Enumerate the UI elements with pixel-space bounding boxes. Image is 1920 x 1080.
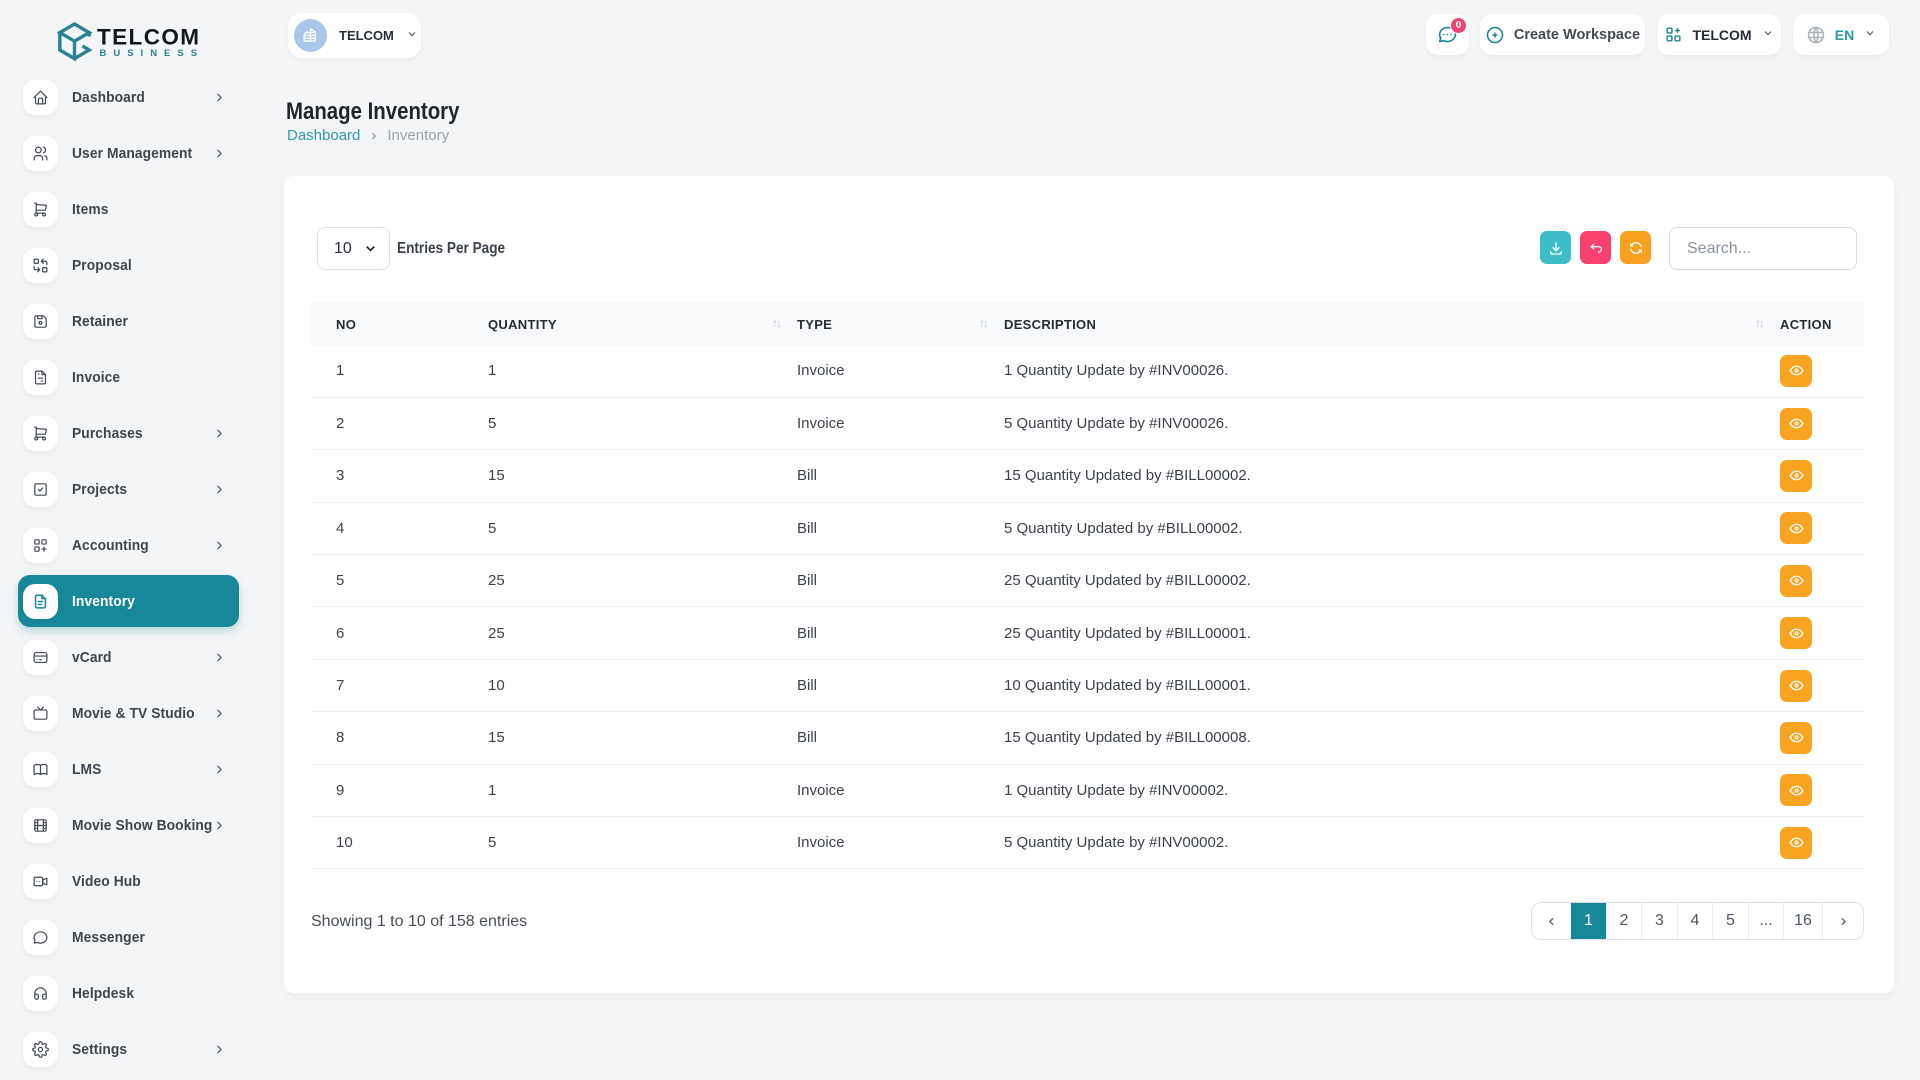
- svg-text:TELCOM: TELCOM: [97, 25, 200, 50]
- svg-text:BUSINESS: BUSINESS: [100, 48, 205, 59]
